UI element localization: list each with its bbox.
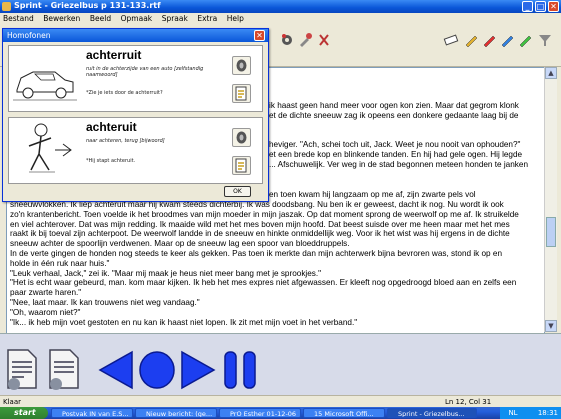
homophone-entry: achteruit naar achteren, terug [bijwoord… (8, 117, 263, 184)
scrollbar-thumb[interactable] (546, 217, 556, 247)
vertical-scrollbar[interactable]: ▲ ▼ (544, 67, 557, 332)
text-line: heviger. "Ach, schei toch uit, Jack. Wee… (269, 140, 521, 149)
text-line: en toen kwam hij langzaam op me af, zijn… (269, 190, 476, 199)
text-line: et een brede kop en blinkende tanden. En… (269, 150, 523, 159)
scroll-up-icon[interactable]: ▲ (545, 67, 557, 79)
taskbar-item[interactable]: 15 Microsoft Offi... (303, 408, 385, 418)
app-icon (2, 2, 11, 11)
taskbar-item-active[interactable]: Sprint - Griezelbus... (387, 408, 477, 418)
menu-bestand[interactable]: Bestand (3, 13, 34, 24)
car-illustration (13, 71, 77, 101)
taskbar-item[interactable]: Nieuw bericht: (ge... (135, 408, 217, 418)
text-line: "Ik... ik heb mijn voet gestoten en nu k… (10, 317, 358, 327)
previous-icon[interactable] (98, 350, 134, 390)
menu-help[interactable]: Help (227, 13, 244, 24)
highlighter-blue-icon[interactable] (499, 32, 515, 48)
insert-word-button[interactable] (232, 156, 251, 175)
text-line: "Nee, laat maar. Ik kan trouwens niet we… (10, 298, 200, 307)
text-line: "Oh, waarom niet?" (10, 307, 81, 317)
window-title-bar: Sprint - Griezelbus p 131-133.rtf _ □ ✕ (0, 0, 561, 13)
filter-icon[interactable] (537, 32, 553, 48)
close-button[interactable]: ✕ (548, 1, 559, 12)
document-edit-icon (235, 158, 247, 173)
homophone-example: *Hij stapt achteruit. (86, 158, 136, 164)
insert-word-button[interactable] (232, 84, 251, 103)
homophone-definition: naar achteren, terug [bijwoord] (86, 138, 165, 144)
menu-bewerken[interactable]: Bewerken (43, 13, 80, 24)
homophone-entry: achterruit ruit in de achterzijde van ee… (8, 45, 263, 112)
play-icon[interactable] (180, 350, 216, 390)
clock: 18:31 (537, 409, 558, 417)
minimize-button[interactable]: _ (522, 1, 533, 12)
text-line: et de dichte sneeuw zag ik opeens een do… (269, 111, 519, 120)
scroll-down-icon[interactable]: ▼ (545, 320, 557, 332)
homophone-example: *Zie je iets door de achterruit? (86, 90, 163, 96)
speak-word-button[interactable] (232, 128, 251, 147)
text-line: en viel achterover. Dat was mijn redding… (10, 219, 510, 229)
start-button[interactable]: start (0, 407, 48, 419)
tools-icon[interactable] (297, 32, 313, 48)
pause-icon[interactable] (222, 350, 258, 390)
text-line: "Leuk verhaal, Jack," zei ik. "Maar mij … (10, 268, 322, 278)
text-line: zo'n krantenbericht. Toen voelde ik het … (10, 209, 519, 219)
read-page-icon[interactable] (46, 348, 80, 390)
eraser-icon[interactable] (443, 32, 459, 48)
highlighter-green-icon[interactable] (517, 32, 533, 48)
text-line: "Het is echt waar gebeurd, man. kom maar… (10, 278, 517, 288)
text-line: ik haast geen hand meer voor ogen kon zi… (269, 101, 519, 110)
text-line: paar zwarte haren." (10, 288, 82, 298)
homophones-dialog: Homofonen ✕ achterruit ruit in de achter… (2, 28, 269, 202)
taskbar-item[interactable]: PrO Esther 01-12-06 (219, 408, 301, 418)
document-edit-icon (235, 86, 247, 101)
scissors-icon[interactable] (316, 32, 332, 48)
text-line: holde in één ruk naar huis." (10, 258, 110, 268)
dialog-title-bar: Homofonen ✕ (3, 29, 268, 42)
speaker-icon (236, 59, 247, 72)
homophone-word: achteruit (86, 120, 137, 134)
dialog-close-button[interactable]: ✕ (254, 30, 265, 41)
menu-opmaak[interactable]: Opmaak (121, 13, 153, 24)
menu-spraak[interactable]: Spraak (162, 13, 188, 24)
settings-gear-icon[interactable] (279, 32, 295, 48)
homophone-definition: ruit in de achterzijde van een auto [zel… (86, 66, 204, 78)
taskbar-item[interactable]: Postvak IN van E.S... (51, 408, 133, 418)
pencil-icon[interactable] (463, 32, 479, 48)
speak-word-button[interactable] (232, 56, 251, 75)
window-title: Sprint - Griezelbus p 131-133.rtf (14, 1, 161, 10)
highlighter-red-icon[interactable] (481, 32, 497, 48)
stop-icon[interactable] (138, 350, 176, 390)
text-line: sneeuw achter de spoorlijn verdwenen. Ma… (10, 239, 350, 249)
ok-button[interactable]: OK (224, 186, 251, 197)
homophone-word: achterruit (86, 48, 142, 62)
language-indicator[interactable]: NL (508, 409, 517, 417)
read-document-icon[interactable] (4, 348, 38, 390)
stepping-back-illustration (28, 123, 72, 173)
menu-extra[interactable]: Extra (197, 13, 217, 24)
text-line: In de verte gingen de honden nog steeds … (10, 249, 502, 258)
text-line: raakt ik bij toeval zijn achterpoot. De … (10, 229, 510, 239)
maximize-button[interactable]: □ (535, 1, 546, 12)
menu-beeld[interactable]: Beeld (90, 13, 111, 24)
text-line: ... Afschuwelijk. Ver weg in de stad beg… (269, 160, 528, 169)
taskbar: start Postvak IN van E.S... Nieuw berich… (0, 407, 561, 419)
speaker-icon (236, 131, 247, 144)
menu-bar: Bestand Bewerken Beeld Opmaak Spraak Ext… (0, 13, 561, 24)
start-label: start (14, 408, 36, 417)
speech-control-panel (0, 333, 561, 396)
dialog-title: Homofonen (7, 31, 51, 40)
system-tray: NL 18:31 (500, 407, 561, 419)
